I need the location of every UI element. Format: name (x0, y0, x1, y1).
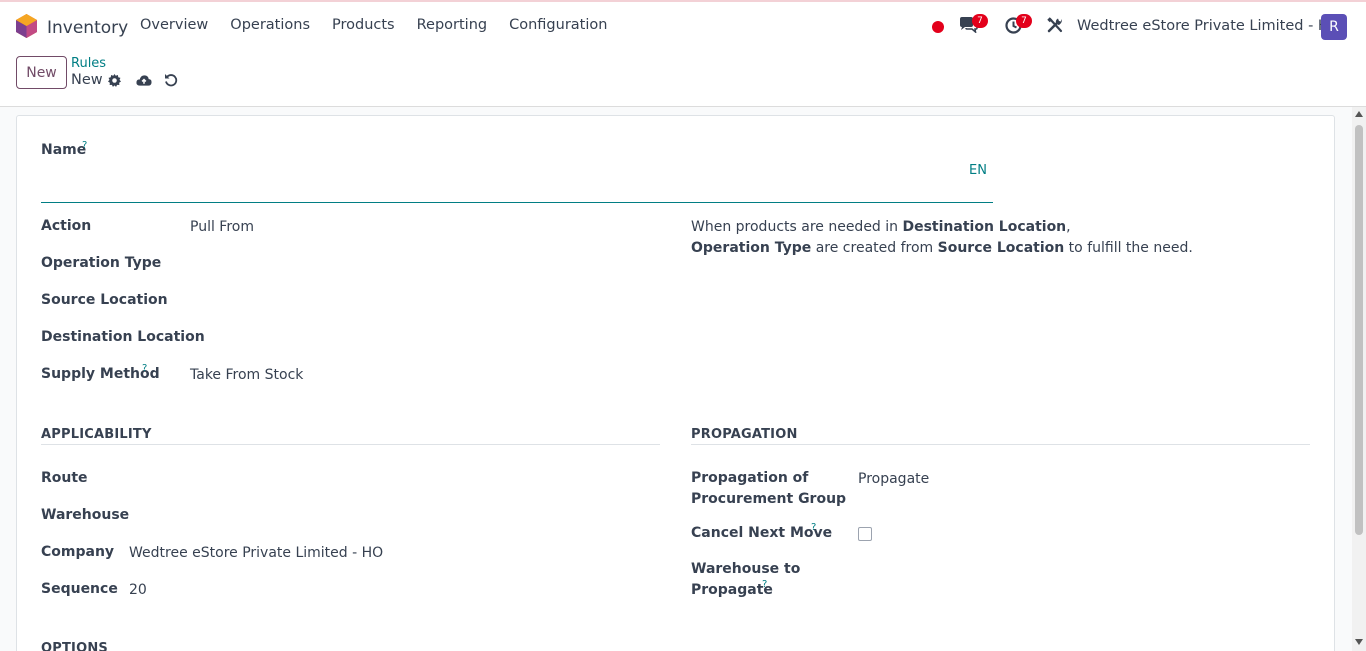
inventory-logo-icon (16, 14, 37, 42)
propagation-group-label-line1: Propagation of (691, 470, 809, 486)
applicability-divider (41, 444, 660, 445)
menu-configuration[interactable]: Configuration (509, 17, 607, 33)
supply-method-select[interactable]: Take From Stock (190, 367, 303, 383)
menu-operations[interactable]: Operations (230, 17, 310, 33)
cancel-next-move-help-tooltip[interactable]: ? (811, 522, 816, 533)
save-cloud-icon[interactable] (136, 72, 152, 88)
source-location-label: Source Location (41, 292, 168, 308)
warehouse-to-propagate-input[interactable] (858, 561, 1298, 581)
destination-location-input[interactable] (190, 329, 650, 349)
action-select[interactable]: Pull From (190, 219, 254, 235)
propagation-divider (691, 444, 1310, 445)
warehouse-input[interactable] (129, 507, 649, 527)
user-avatar[interactable]: R (1321, 14, 1347, 40)
discard-undo-icon[interactable] (163, 72, 179, 88)
route-input[interactable] (129, 470, 649, 490)
company-switcher[interactable]: Wedtree eStore Private Limited - HO (1077, 18, 1340, 34)
menu-reporting[interactable]: Reporting (417, 17, 488, 33)
operation-type-label: Operation Type (41, 255, 162, 271)
propagation-group-select[interactable]: Propagate (858, 471, 929, 487)
rule-description: When products are needed in Destination … (691, 219, 1193, 256)
sequence-label: Sequence (41, 581, 118, 597)
control-panel: New Rules New (0, 50, 1366, 107)
applicability-section-title: APPLICABILITY (41, 427, 152, 442)
warehouse-to-propagate-label-line2: Propagate (691, 582, 773, 598)
operation-type-input[interactable] (190, 255, 650, 275)
action-label: Action (41, 218, 92, 234)
main-menu: Overview Operations Products Reporting C… (140, 17, 629, 33)
messages-count-badge: 7 (972, 14, 988, 28)
tools-icon (1047, 17, 1063, 37)
warehouse-to-propagate-label-line1: Warehouse to (691, 561, 801, 577)
top-navbar: Inventory Overview Operations Products R… (0, 0, 1366, 50)
warehouse-to-propagate-help-tooltip[interactable]: ? (762, 579, 767, 590)
company-label: Company (41, 544, 115, 560)
name-input[interactable] (41, 202, 993, 203)
propagation-section-title: PROPAGATION (691, 427, 798, 442)
scroll-up-icon[interactable] (1355, 111, 1363, 117)
scroll-down-icon[interactable] (1355, 639, 1363, 645)
recording-indicator-icon[interactable] (932, 21, 944, 33)
warehouse-label: Warehouse (41, 507, 130, 523)
company-input[interactable]: Wedtree eStore Private Limited - HO (129, 545, 383, 561)
propagation-group-label-line2: Procurement Group (691, 491, 847, 507)
new-button[interactable]: New (16, 56, 67, 89)
debug-tools-button[interactable] (1046, 17, 1064, 37)
cancel-next-move-checkbox[interactable] (858, 527, 872, 541)
vertical-scrollbar[interactable] (1352, 107, 1366, 651)
gear-icon[interactable] (106, 72, 122, 88)
menu-products[interactable]: Products (332, 17, 395, 33)
app-name: Inventory (47, 18, 129, 38)
supply-method-help-tooltip[interactable]: ? (142, 363, 147, 374)
messages-button[interactable]: 7 (958, 14, 988, 36)
activities-button[interactable]: 7 (1004, 14, 1032, 36)
scroll-thumb[interactable] (1355, 125, 1363, 535)
name-help-tooltip[interactable]: ? (82, 140, 87, 151)
source-location-input[interactable] (190, 292, 650, 312)
translate-language-button[interactable]: EN (969, 163, 987, 178)
activities-count-badge: 7 (1016, 14, 1032, 28)
breadcrumb-current: New (71, 72, 103, 88)
name-label: Name (41, 142, 87, 158)
destination-location-label: Destination Location (41, 329, 205, 345)
options-section-title: OPTIONS (41, 641, 108, 651)
route-label: Route (41, 470, 88, 486)
breadcrumb-rules[interactable]: Rules (71, 56, 106, 71)
menu-overview[interactable]: Overview (140, 17, 208, 33)
app-brand[interactable]: Inventory (16, 14, 128, 42)
sequence-input[interactable]: 20 (129, 582, 147, 598)
